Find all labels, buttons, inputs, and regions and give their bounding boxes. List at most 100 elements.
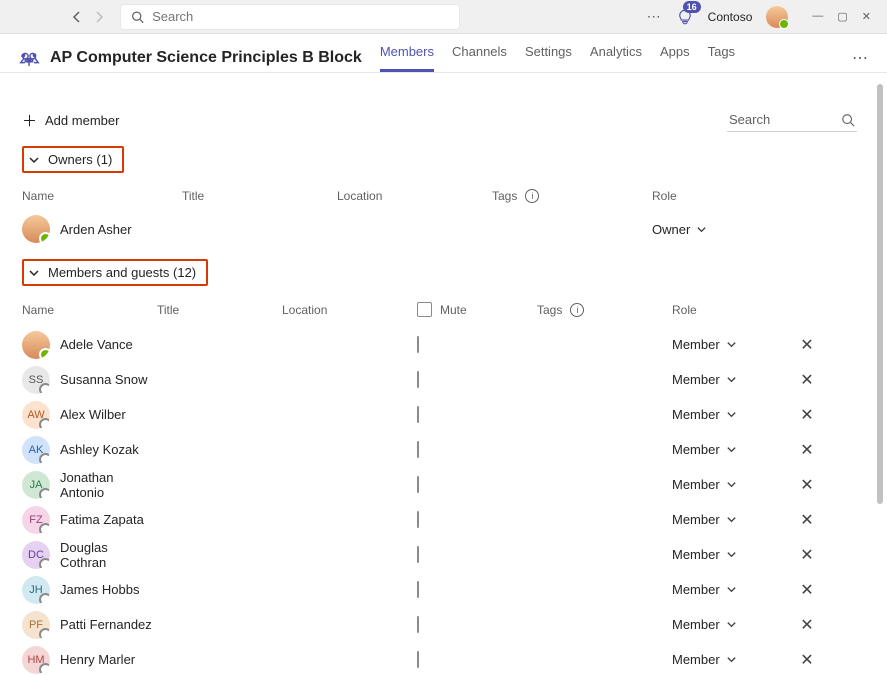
col-mute: Mute — [440, 303, 467, 317]
role-label: Member — [672, 512, 720, 527]
nav-back-button[interactable] — [68, 8, 86, 26]
avatar: AW — [22, 401, 50, 429]
person: SSSusanna Snow — [22, 366, 157, 394]
role-dropdown[interactable]: Member — [672, 442, 782, 457]
mute-checkbox[interactable] — [417, 441, 419, 458]
plus-icon: ＋ — [22, 110, 37, 131]
mute-checkbox[interactable] — [417, 581, 419, 598]
remove-member-button[interactable]: ✕ — [782, 405, 832, 425]
col-tags: Tags i — [537, 303, 672, 317]
remove-member-button[interactable]: ✕ — [782, 370, 832, 390]
team-header: AP Computer Science Principles B Block M… — [0, 34, 887, 73]
team-title: AP Computer Science Principles B Block — [50, 49, 362, 67]
mute-checkbox[interactable] — [417, 406, 419, 423]
activity-button[interactable]: 16 — [676, 8, 694, 26]
mute-checkbox[interactable] — [417, 476, 419, 493]
current-user-avatar[interactable] — [766, 6, 788, 28]
members-toolbar: ＋ Add member Search — [22, 94, 857, 146]
mute-checkbox[interactable] — [417, 336, 419, 353]
members-section-toggle[interactable]: Members and guests (12) — [22, 259, 208, 286]
info-icon[interactable]: i — [570, 303, 584, 317]
avatar: JH — [22, 576, 50, 604]
role-dropdown[interactable]: Member — [672, 547, 782, 562]
role-label: Member — [672, 617, 720, 632]
window-minimize-button[interactable]: — — [812, 10, 823, 23]
chevron-down-icon — [726, 514, 737, 525]
role-dropdown[interactable]: Member — [672, 512, 782, 527]
members-section-label: Members and guests (12) — [48, 265, 196, 280]
col-role: Role — [652, 189, 857, 203]
role-dropdown[interactable]: Member — [672, 407, 782, 422]
chevron-down-icon — [726, 409, 737, 420]
chevron-down-icon — [726, 339, 737, 350]
avatar: HM — [22, 646, 50, 674]
tab-members[interactable]: Members — [380, 44, 434, 72]
role-dropdown[interactable]: Member — [672, 372, 782, 387]
global-search-input[interactable] — [152, 9, 449, 24]
mute-checkbox[interactable] — [417, 616, 419, 633]
avatar: DC — [22, 541, 50, 569]
mute-checkbox[interactable] — [417, 546, 419, 563]
owners-table: Name Title Location Tags i Role Arden As… — [22, 185, 857, 253]
remove-member-button[interactable]: ✕ — [782, 510, 832, 530]
mute-checkbox[interactable] — [417, 511, 419, 528]
tab-settings[interactable]: Settings — [525, 44, 572, 72]
chevron-down-icon — [28, 154, 40, 166]
mute-all-checkbox[interactable] — [417, 302, 432, 317]
header-more-button[interactable]: ⋯ — [852, 48, 869, 68]
titlebar-right: ⋯ 16 Contoso — ▢ ✕ — [647, 6, 871, 28]
avatar: SS — [22, 366, 50, 394]
scrollbar[interactable] — [875, 84, 883, 675]
person: JAJonathan Antonio — [22, 470, 157, 500]
role-label: Member — [672, 442, 720, 457]
remove-member-button[interactable]: ✕ — [782, 475, 832, 495]
role-label: Member — [672, 547, 720, 562]
mute-checkbox[interactable] — [417, 651, 419, 668]
remove-member-button[interactable]: ✕ — [782, 615, 832, 635]
remove-member-button[interactable]: ✕ — [782, 440, 832, 460]
role-dropdown[interactable]: Member — [672, 617, 782, 632]
avatar — [22, 215, 50, 243]
search-icon — [841, 113, 855, 127]
person-name: Alex Wilber — [60, 407, 126, 422]
role-label: Member — [672, 372, 720, 387]
col-name: Name — [22, 303, 157, 317]
tab-apps[interactable]: Apps — [660, 44, 690, 72]
role-dropdown[interactable]: Member — [672, 652, 782, 667]
owners-section-toggle[interactable]: Owners (1) — [22, 146, 124, 173]
person: PFPatti Fernandez — [22, 611, 157, 639]
nav-arrows — [68, 8, 108, 26]
member-row: PFPatti Fernandez Member ✕ — [22, 607, 857, 642]
col-role: Role — [672, 303, 782, 317]
role-dropdown[interactable]: Member — [672, 477, 782, 492]
person-name: James Hobbs — [60, 582, 139, 597]
tab-tags[interactable]: Tags — [708, 44, 735, 72]
remove-member-button[interactable]: ✕ — [782, 545, 832, 565]
role-dropdown[interactable]: Member — [672, 337, 782, 352]
nav-forward-button[interactable] — [90, 8, 108, 26]
window-maximize-button[interactable]: ▢ — [837, 10, 847, 23]
role-dropdown[interactable]: Owner — [652, 222, 857, 237]
add-member-button[interactable]: ＋ Add member — [22, 110, 119, 131]
global-search[interactable] — [120, 4, 460, 30]
remove-member-button[interactable]: ✕ — [782, 335, 832, 355]
mute-checkbox[interactable] — [417, 371, 419, 388]
tab-channels[interactable]: Channels — [452, 44, 507, 72]
info-icon[interactable]: i — [525, 189, 539, 203]
member-row: AW Alex Wilber Member✕ — [22, 397, 857, 432]
role-dropdown[interactable]: Member — [672, 582, 782, 597]
chevron-down-icon — [28, 267, 40, 279]
tab-analytics[interactable]: Analytics — [590, 44, 642, 72]
members-panel: ＋ Add member Search Owners (1) Name Titl… — [0, 84, 875, 675]
col-location: Location — [337, 189, 492, 203]
remove-member-button[interactable]: ✕ — [782, 580, 832, 600]
remove-member-button[interactable]: ✕ — [782, 650, 832, 670]
person: FZFatima Zapata — [22, 506, 157, 534]
scroll-thumb[interactable] — [877, 84, 883, 504]
col-title: Title — [182, 189, 337, 203]
window-close-button[interactable]: ✕ — [862, 10, 871, 23]
search-members-input[interactable]: Search — [727, 108, 857, 132]
titlebar-more-button[interactable]: ⋯ — [647, 8, 662, 25]
chevron-down-icon — [726, 549, 737, 560]
avatar: AK — [22, 436, 50, 464]
